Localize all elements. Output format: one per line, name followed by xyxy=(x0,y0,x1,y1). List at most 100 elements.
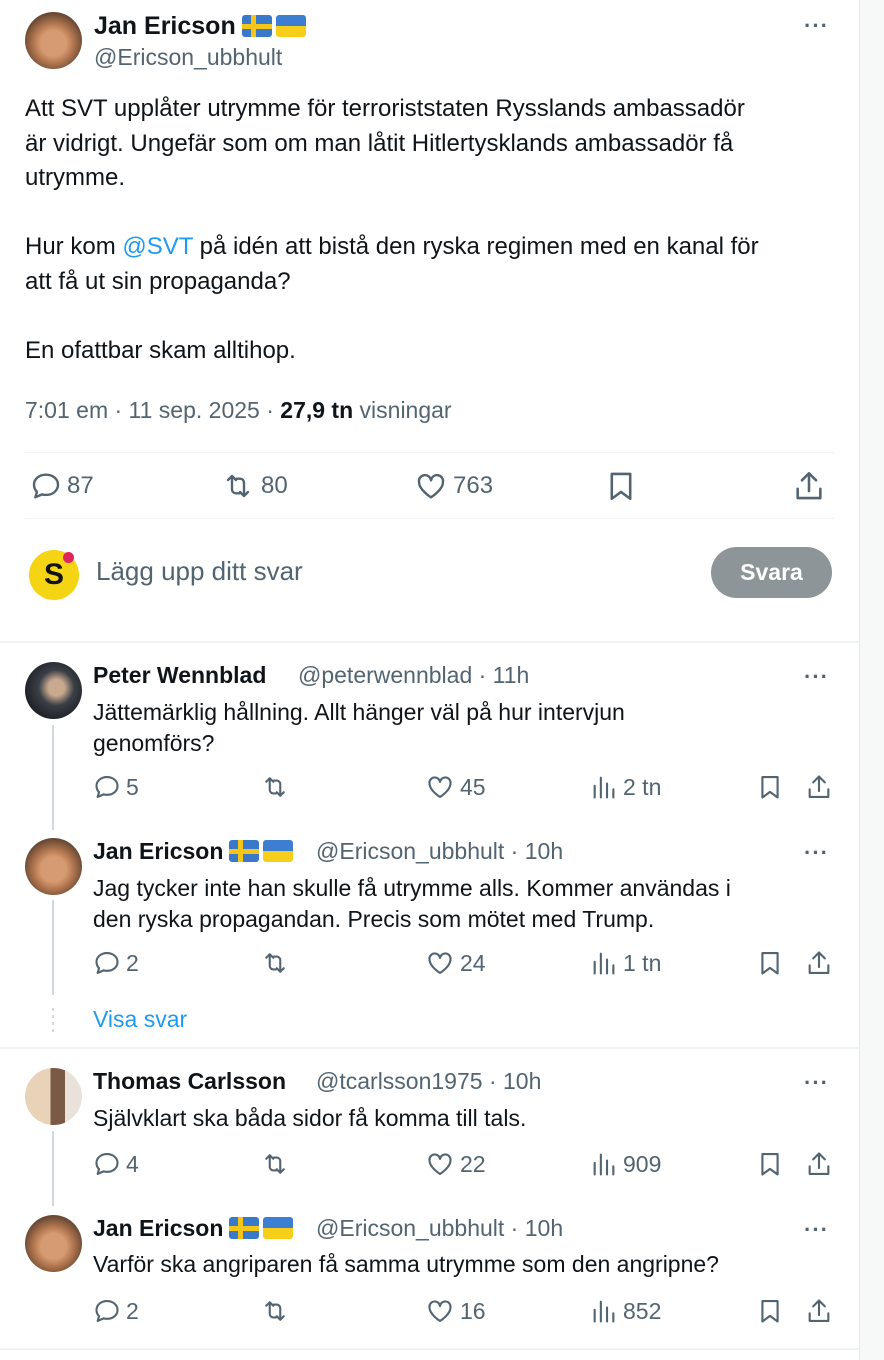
reply-button[interactable]: 2 xyxy=(93,1297,139,1325)
reply-text: Självklart ska båda sidor få komma till … xyxy=(93,1103,526,1134)
thread-line xyxy=(52,1131,54,1206)
bookmark-button[interactable] xyxy=(756,948,784,978)
views-count: 1 tn xyxy=(623,949,662,976)
author-name[interactable]: Jan Ericson xyxy=(94,12,306,41)
more-icon[interactable]: ··· xyxy=(804,1219,829,1241)
views-count: 852 xyxy=(623,1297,662,1324)
reply-handle[interactable]: @tcarlsson1975 · 10h xyxy=(316,1068,541,1095)
reply-author-name[interactable]: Jan Ericson xyxy=(93,838,294,865)
reply-text-line: Självklart ska båda sidor få komma till … xyxy=(93,1105,527,1131)
reply-button[interactable]: 4 xyxy=(93,1150,139,1178)
reply-author-name-text: Jan Ericson xyxy=(93,1215,224,1241)
reply-count: 2 xyxy=(126,1297,139,1324)
sweden-flag-icon xyxy=(241,15,272,37)
reply-button[interactable]: 2 xyxy=(93,949,139,977)
reply-author-name[interactable]: Thomas Carlsson xyxy=(93,1068,286,1095)
repost-count: 80 xyxy=(261,472,288,499)
views-button[interactable]: 1 tn xyxy=(590,949,661,977)
repost-button[interactable] xyxy=(259,773,291,801)
like-icon xyxy=(425,1150,455,1178)
tweet-text: Att SVT upplåter utrymme för terroristst… xyxy=(25,92,759,368)
reply-avatar[interactable] xyxy=(25,662,82,719)
share-button[interactable] xyxy=(805,772,833,802)
tweet-text-line: att få ut sin propaganda? xyxy=(25,267,291,295)
like-icon xyxy=(425,773,455,801)
show-replies-link[interactable]: Visa svar xyxy=(93,1006,187,1033)
ukraine-flag-icon xyxy=(263,1217,294,1239)
more-icon[interactable]: ··· xyxy=(804,842,829,864)
reply-author-name[interactable]: Jan Ericson xyxy=(93,1215,294,1242)
bookmark-icon xyxy=(604,469,638,503)
share-button[interactable] xyxy=(805,1296,833,1326)
views-button[interactable]: 909 xyxy=(590,1150,661,1178)
like-icon xyxy=(425,1297,455,1325)
like-button[interactable]: 24 xyxy=(425,949,486,977)
reply-avatar[interactable] xyxy=(25,838,82,895)
reply-count: 4 xyxy=(126,1150,139,1177)
views-icon xyxy=(590,1297,618,1325)
reply-handle[interactable]: @Ericson_ubbhult · 10h xyxy=(316,1215,563,1242)
bookmark-button[interactable] xyxy=(756,772,784,802)
tweet-text-span: Hur kom xyxy=(25,233,123,260)
reply-avatar[interactable] xyxy=(25,1068,82,1125)
repost-icon xyxy=(259,949,291,977)
bookmark-button[interactable] xyxy=(756,1296,784,1326)
bookmark-icon xyxy=(756,1296,784,1326)
ukraine-flag-icon xyxy=(263,840,294,862)
more-icon[interactable]: ··· xyxy=(804,666,829,688)
sweden-flag-icon xyxy=(229,840,260,862)
author-handle[interactable]: @Ericson_ubbhult xyxy=(94,44,282,71)
reply-button[interactable]: 5 xyxy=(93,773,139,801)
reply-avatar[interactable] xyxy=(25,1215,82,1272)
reply-icon xyxy=(93,1297,121,1325)
divider xyxy=(25,518,835,519)
reply-author-name-text: Jan Ericson xyxy=(93,838,224,864)
reply-author-name[interactable]: Peter Wennblad xyxy=(93,662,266,689)
reply-count: 87 xyxy=(67,472,94,499)
repost-button[interactable] xyxy=(259,1150,291,1178)
tweet-meta: 7:01 em · 11 sep. 2025 · 27,9 tn visning… xyxy=(25,397,452,424)
timestamp-link[interactable]: 7:01 em · 11 sep. 2025 · xyxy=(25,397,280,423)
reply-handle[interactable]: @peterwennblad · 11h xyxy=(298,662,529,689)
svara-button[interactable]: Svara xyxy=(711,547,832,598)
views-button[interactable]: 2 tn xyxy=(590,773,661,801)
sweden-flag-icon xyxy=(229,1217,260,1239)
tweet-text-line: är vidrigt. Ungefär som om man låtit Hit… xyxy=(25,129,734,157)
reply-icon xyxy=(93,1150,121,1178)
bookmark-button[interactable] xyxy=(604,469,638,503)
thread-line xyxy=(52,725,54,830)
reply-text-line: den ryska propagandan. Precis som mötet … xyxy=(93,906,655,932)
reply-count: 5 xyxy=(126,773,139,800)
share-button[interactable] xyxy=(805,1149,833,1179)
author-avatar[interactable] xyxy=(25,12,82,69)
thread-line xyxy=(52,900,54,995)
mention-link[interactable]: @SVT xyxy=(122,233,193,260)
reply-count: 2 xyxy=(126,949,139,976)
share-button[interactable] xyxy=(805,948,833,978)
like-button[interactable]: 16 xyxy=(425,1297,486,1325)
more-icon[interactable]: ··· xyxy=(804,15,829,37)
repost-button[interactable] xyxy=(259,949,291,977)
repost-icon xyxy=(259,1297,291,1325)
reply-handle[interactable]: @Ericson_ubbhult · 10h xyxy=(316,838,563,865)
like-count: 22 xyxy=(460,1150,486,1177)
bookmark-icon xyxy=(756,948,784,978)
tweet-text-span: på idén att bistå den ryska regimen med … xyxy=(192,233,759,260)
repost-button[interactable] xyxy=(259,1297,291,1325)
share-button[interactable] xyxy=(792,469,826,503)
share-icon xyxy=(805,772,833,802)
section-divider xyxy=(0,1348,859,1350)
bookmark-button[interactable] xyxy=(756,1149,784,1179)
share-icon xyxy=(792,469,826,503)
reply-composer-input[interactable]: Lägg upp ditt svar xyxy=(96,556,303,587)
views-button[interactable]: 852 xyxy=(590,1297,661,1325)
views-count: 2 tn xyxy=(623,773,662,800)
more-icon[interactable]: ··· xyxy=(804,1072,829,1094)
like-button[interactable]: 22 xyxy=(425,1150,486,1178)
share-icon xyxy=(805,948,833,978)
reply-button[interactable]: 87 xyxy=(30,470,94,502)
repost-button[interactable]: 80 xyxy=(220,470,288,502)
like-button[interactable]: 45 xyxy=(425,773,486,801)
like-button[interactable]: 763 xyxy=(414,470,493,502)
repost-icon xyxy=(259,1150,291,1178)
